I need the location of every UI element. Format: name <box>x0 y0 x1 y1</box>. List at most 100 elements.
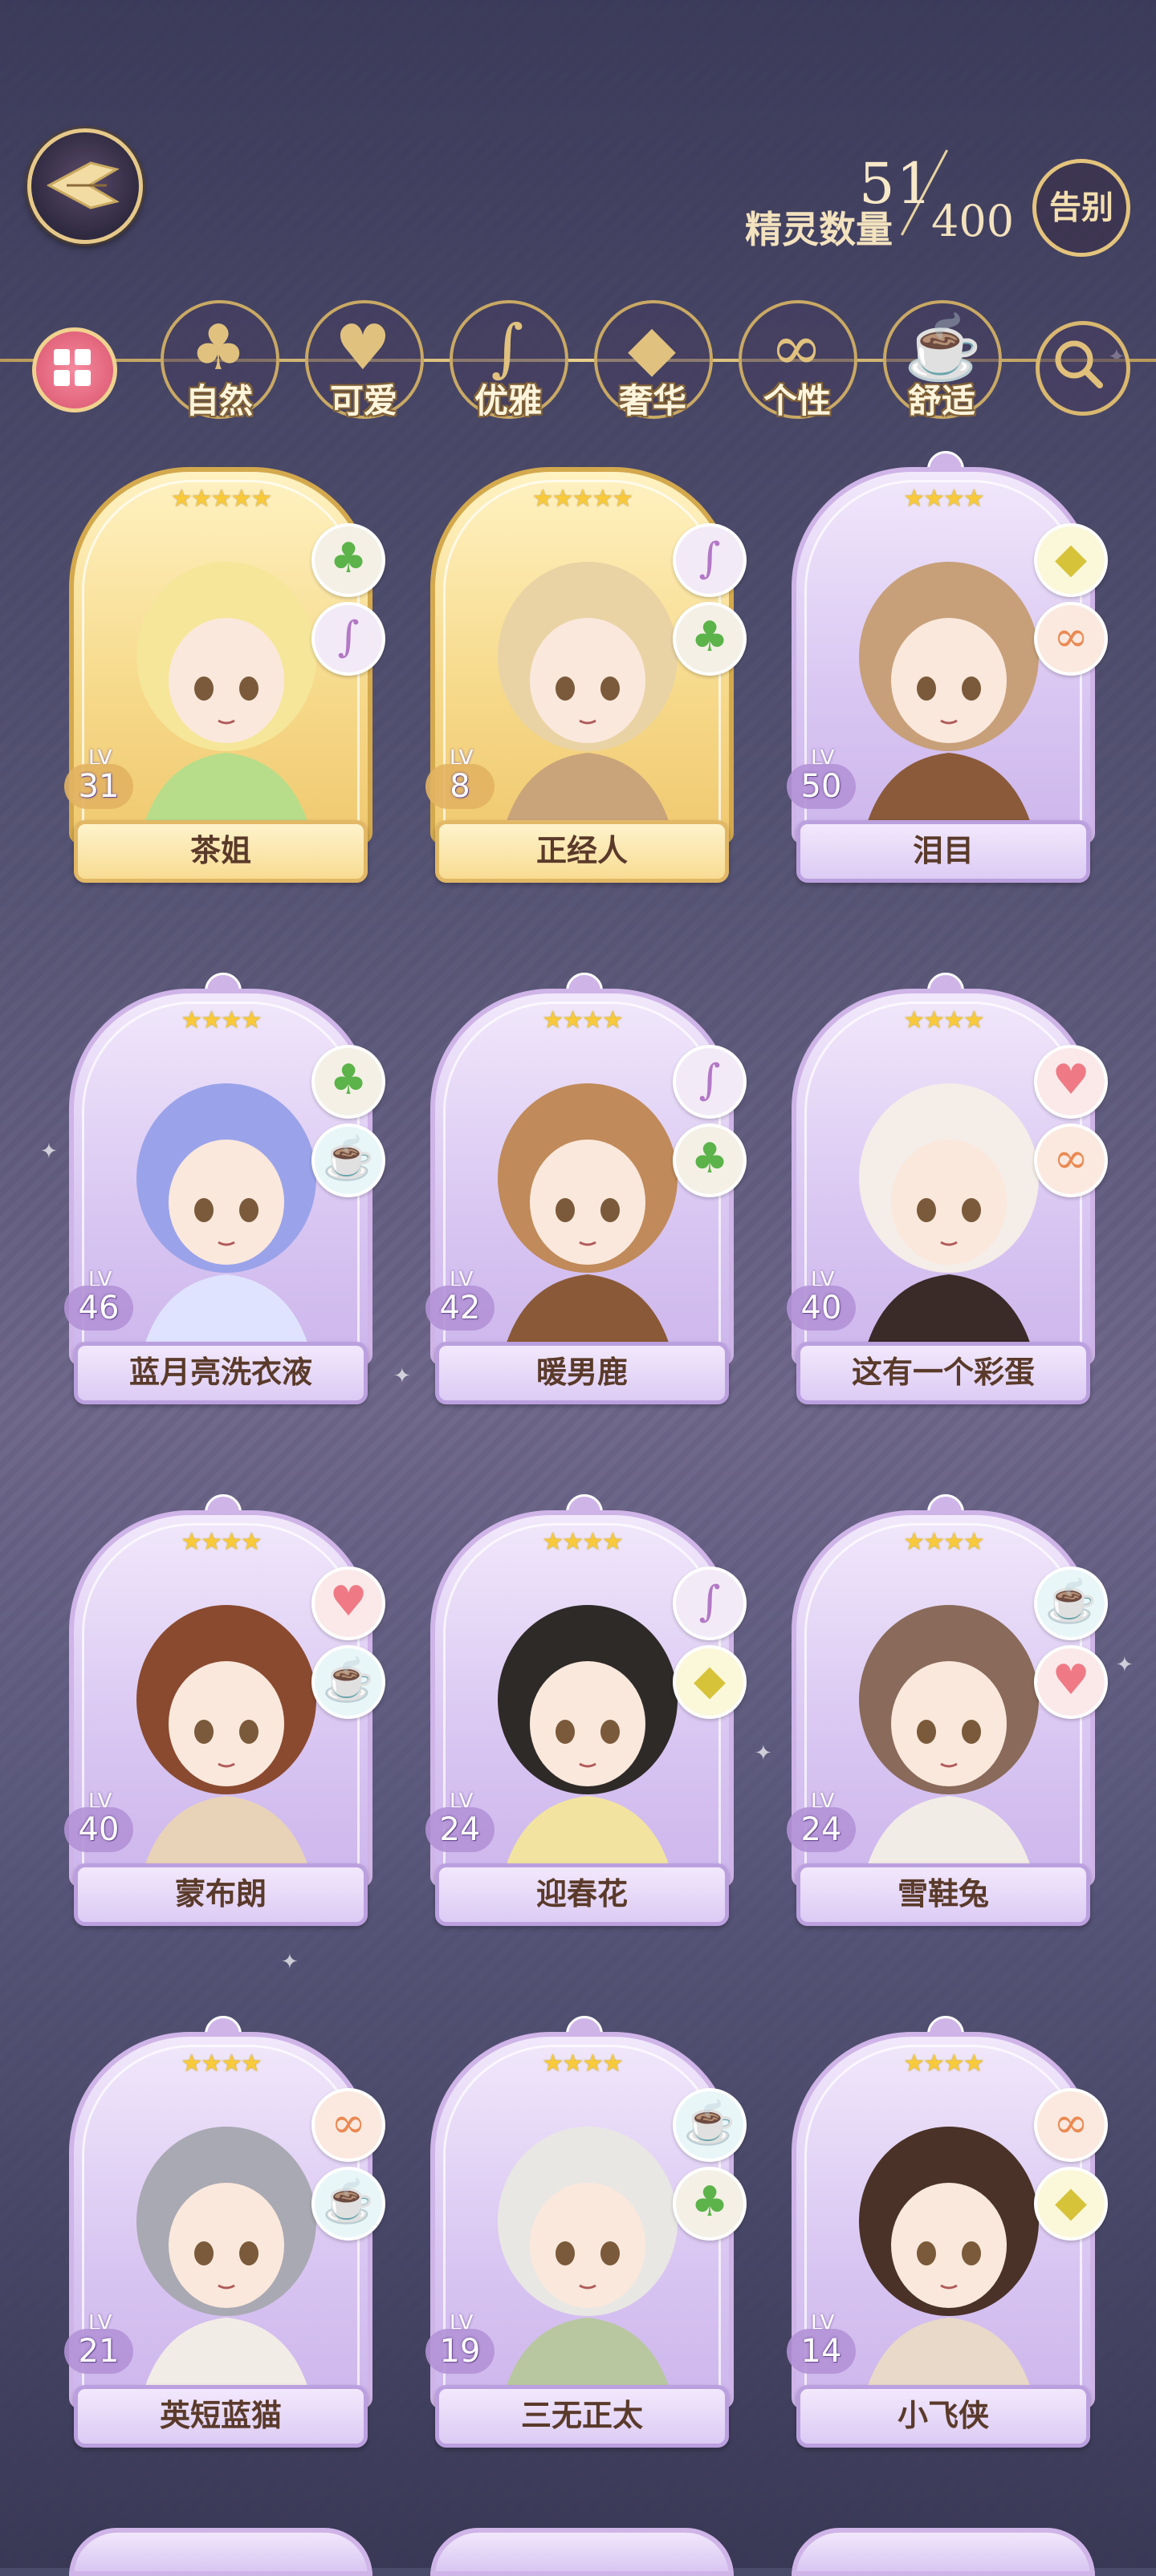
cute-attribute-icon: ♥ <box>311 1566 385 1640</box>
spirit-name: 三无正太 <box>435 2385 729 2448</box>
filter-label: 可爱 <box>329 381 397 421</box>
spirit-portrait <box>859 1605 1039 1883</box>
filter-label: 舒适 <box>907 381 975 421</box>
luxury-attribute-icon: ◆ <box>1034 523 1108 597</box>
spirit-name: 泪目 <box>796 820 1090 883</box>
spirit-portrait <box>498 2127 678 2404</box>
spirit-card[interactable]: ★★★★ ♥ ☕ LV 40 蒙布朗 <box>64 1494 385 1932</box>
spirit-count-max: 400 <box>931 196 1015 246</box>
filter-tab-3[interactable]: ◆ 奢华 <box>594 300 713 421</box>
sparkle-decoration: ✦ <box>755 1741 772 1765</box>
comfort-attribute-icon: ☕ <box>673 2088 747 2162</box>
spirit-card[interactable]: ★★★★ ∫ ◆ LV 24 迎春花 <box>425 1494 747 1932</box>
filter-tab-1[interactable]: ♥ 可爱 <box>305 300 424 421</box>
star-rating: ★★★★ <box>542 2050 624 2078</box>
filter-tab-2[interactable]: ∫ 优雅 <box>450 300 568 421</box>
elegant-attribute-icon: ∫ <box>311 602 385 676</box>
comfort-attribute-icon: ☕ <box>311 1123 385 1197</box>
spirit-name: 迎春花 <box>435 1863 729 1926</box>
personality-attribute-icon: ∞ <box>1034 1123 1108 1197</box>
spirit-count-label: 精灵数量 <box>745 208 893 251</box>
sparkle-decoration: ✦ <box>1116 1653 1134 1677</box>
star-rating: ★★★★ <box>181 2050 263 2078</box>
spirit-portrait <box>498 562 678 839</box>
spirit-card[interactable]: ★★★★ ♥ ∞ LV 40 这有一个彩蛋 <box>787 973 1108 1411</box>
spirit-portrait <box>859 1083 1039 1361</box>
spirit-portrait <box>136 2127 316 2404</box>
spirit-name: 小飞侠 <box>796 2385 1090 2448</box>
level-value: 14 <box>787 2329 856 2374</box>
back-button[interactable] <box>27 128 143 244</box>
spirit-name: 蓝月亮洗衣液 <box>74 1342 368 1404</box>
nature-attribute-icon: ♣ <box>311 523 385 597</box>
level-value: 50 <box>787 764 856 809</box>
card-peek <box>69 2528 372 2576</box>
elegant-attribute-icon: ∫ <box>673 523 747 597</box>
cute-attribute-icon: ♥ <box>1034 1045 1108 1119</box>
level-value: 31 <box>64 764 133 809</box>
spirit-name: 茶姐 <box>74 820 368 883</box>
spirit-card[interactable]: ★★★★ ∞ ◆ LV 14 小飞侠 <box>787 2016 1108 2454</box>
filter-all-button[interactable] <box>32 327 117 412</box>
comfort-attribute-icon: ☕ <box>1034 1566 1108 1640</box>
filter-tab-0[interactable]: ♣ 自然 <box>161 300 279 421</box>
spirit-card[interactable]: ★★★★ ☕ ♥ LV 24 雪鞋兔 <box>787 1494 1108 1932</box>
level-value: 21 <box>64 2329 133 2374</box>
spirit-portrait <box>859 2127 1039 2404</box>
star-rating: ★★★★★ <box>531 485 633 513</box>
comfort-attribute-icon: ☕ <box>311 1645 385 1719</box>
star-rating: ★★★★★ <box>170 485 272 513</box>
spirit-portrait <box>136 562 316 839</box>
star-rating: ★★★★ <box>542 1528 624 1556</box>
star-rating: ★★★★ <box>903 485 985 513</box>
spirit-name: 蒙布朗 <box>74 1863 368 1926</box>
filter-tab-5[interactable]: ☕ 舒适 <box>883 300 1002 421</box>
spirit-portrait <box>136 1083 316 1361</box>
spirit-portrait <box>859 562 1039 839</box>
spirit-name: 英短蓝猫 <box>74 2385 368 2448</box>
sparkle-decoration: ✦ <box>40 1140 58 1164</box>
farewell-button[interactable]: 告别 <box>1032 159 1130 257</box>
star-rating: ★★★★ <box>542 1006 624 1034</box>
level-value: 40 <box>787 1286 856 1331</box>
filter-label: 个性 <box>763 381 831 421</box>
spirit-card[interactable]: ★★★★ ☕ ♣ LV 19 三无正太 <box>425 2016 747 2454</box>
spirit-portrait <box>498 1083 678 1361</box>
level-value: 24 <box>787 1807 856 1852</box>
spirit-card[interactable]: ★★★★★ ♣ ∫ LV 31 茶姐 <box>64 467 385 889</box>
cute-attribute-icon: ♥ <box>1034 1645 1108 1719</box>
spirit-name: 这有一个彩蛋 <box>796 1342 1090 1404</box>
filter-label: 优雅 <box>474 381 542 421</box>
star-rating: ★★★★ <box>903 1006 985 1034</box>
personality-attribute-icon: ∞ <box>1034 2088 1108 2162</box>
spirit-name: 雪鞋兔 <box>796 1863 1090 1926</box>
star-rating: ★★★★ <box>181 1006 263 1034</box>
search-icon <box>1055 340 1103 388</box>
level-value: 42 <box>425 1286 495 1331</box>
star-rating: ★★★★ <box>903 2050 985 2078</box>
elegant-attribute-icon: ∫ <box>673 1045 747 1119</box>
comfort-attribute-icon: ☕ <box>311 2167 385 2241</box>
spirit-name: 暖男鹿 <box>435 1342 729 1404</box>
spirit-card[interactable]: ★★★★ ♣ ☕ LV 46 蓝月亮洗衣液 <box>64 973 385 1411</box>
sparkle-decoration: ✦ <box>393 1364 411 1388</box>
level-value: 19 <box>425 2329 495 2374</box>
nature-attribute-icon: ♣ <box>311 1045 385 1119</box>
elegant-attribute-icon: ∫ <box>673 1566 747 1640</box>
luxury-attribute-icon: ◆ <box>1034 2167 1108 2241</box>
filter-tab-4[interactable]: ∞ 个性 <box>739 300 857 421</box>
spirit-card[interactable]: ★★★★ ∞ ☕ LV 21 英短蓝猫 <box>64 2016 385 2454</box>
level-value: 40 <box>64 1807 133 1852</box>
luxury-attribute-icon: ◆ <box>673 1645 747 1719</box>
search-button[interactable] <box>1036 321 1130 416</box>
card-peek <box>430 2528 734 2576</box>
card-peek <box>792 2528 1095 2576</box>
spirit-card[interactable]: ★★★★★ ∫ ♣ LV 8 正经人 <box>425 467 747 889</box>
nature-attribute-icon: ♣ <box>673 1123 747 1197</box>
filter-label: 奢华 <box>618 381 686 421</box>
spirit-card[interactable]: ★★★★ ◆ ∞ LV 50 泪目 <box>787 451 1108 889</box>
star-rating: ★★★★ <box>181 1528 263 1556</box>
spirit-card[interactable]: ★★★★ ∫ ♣ LV 42 暖男鹿 <box>425 973 747 1411</box>
sparkle-decoration: ✦ <box>281 1950 299 1974</box>
level-value: 24 <box>425 1807 495 1852</box>
